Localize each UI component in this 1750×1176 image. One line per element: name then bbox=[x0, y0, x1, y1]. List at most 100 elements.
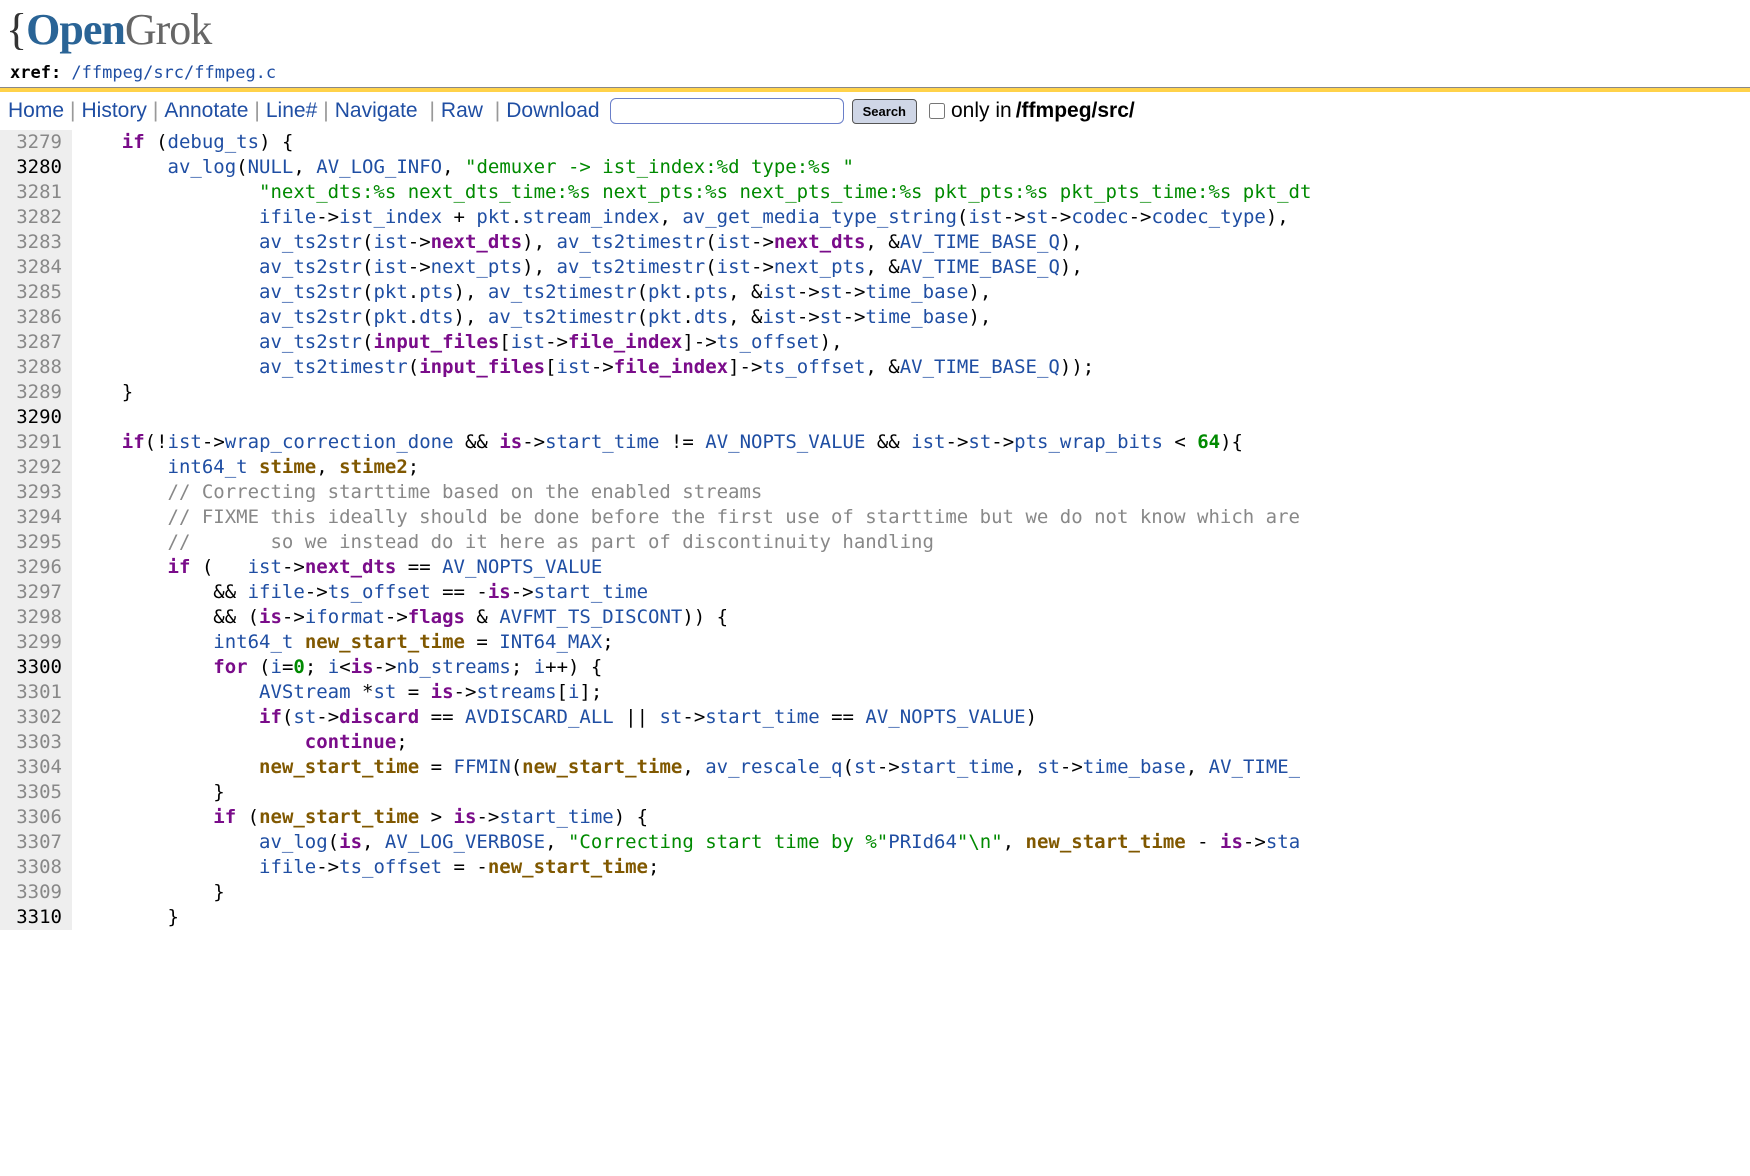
code-line: 3297 && ifile->ts_offset == -is->start_t… bbox=[0, 580, 1750, 605]
line-number[interactable]: 3286 bbox=[0, 305, 72, 330]
code-line: 3304 new_start_time = FFMIN(new_start_ti… bbox=[0, 755, 1750, 780]
search-input[interactable] bbox=[610, 98, 844, 124]
only-in-label[interactable]: only in /ffmpeg/src/ bbox=[925, 99, 1135, 123]
code-text: && (is->iformat->flags & AVFMT_TS_DISCON… bbox=[72, 605, 728, 630]
code-text: int64_t new_start_time = INT64_MAX; bbox=[72, 630, 614, 655]
line-number[interactable]: 3306 bbox=[0, 805, 72, 830]
code-text: if(!ist->wrap_correction_done && is->sta… bbox=[72, 430, 1243, 455]
line-number[interactable]: 3309 bbox=[0, 880, 72, 905]
code-line: 3291 if(!ist->wrap_correction_done && is… bbox=[0, 430, 1750, 455]
code-text: if (debug_ts) { bbox=[72, 130, 293, 155]
code-text: av_ts2str(ist->next_pts), av_ts2timestr(… bbox=[72, 255, 1083, 280]
search-button[interactable]: Search bbox=[852, 99, 917, 124]
code-text: new_start_time = FFMIN(new_start_time, a… bbox=[72, 755, 1300, 780]
separator: | bbox=[483, 99, 506, 123]
only-in-text: only in bbox=[951, 99, 1012, 123]
code-text: } bbox=[72, 780, 225, 805]
line-number[interactable]: 3303 bbox=[0, 730, 72, 755]
only-in-checkbox[interactable] bbox=[929, 103, 945, 119]
line-number[interactable]: 3304 bbox=[0, 755, 72, 780]
separator: | bbox=[248, 99, 265, 123]
line-number[interactable]: 3279 bbox=[0, 130, 72, 155]
code-text: && ifile->ts_offset == -is->start_time bbox=[72, 580, 648, 605]
code-line: 3293 // Correcting starttime based on th… bbox=[0, 480, 1750, 505]
line-number[interactable]: 3308 bbox=[0, 855, 72, 880]
only-in-path: /ffmpeg/src/ bbox=[1016, 99, 1135, 123]
line-number[interactable]: 3282 bbox=[0, 205, 72, 230]
line-number[interactable]: 3280 bbox=[0, 155, 72, 180]
line-number[interactable]: 3292 bbox=[0, 455, 72, 480]
nav-line[interactable]: Line# bbox=[266, 99, 317, 123]
code-text: int64_t stime, stime2; bbox=[72, 455, 419, 480]
line-number[interactable]: 3290 bbox=[0, 405, 72, 430]
code-text: av_ts2timestr(input_files[ist->file_inde… bbox=[72, 355, 1094, 380]
code-text: // so we instead do it here as part of d… bbox=[72, 530, 934, 555]
code-text: ifile->ts_offset = -new_start_time; bbox=[72, 855, 659, 880]
code-line: 3279 if (debug_ts) { bbox=[0, 130, 1750, 155]
source-code: 3279 if (debug_ts) {3280 av_log(NULL, AV… bbox=[0, 130, 1750, 930]
line-number[interactable]: 3294 bbox=[0, 505, 72, 530]
line-number[interactable]: 3297 bbox=[0, 580, 72, 605]
line-number[interactable]: 3300 bbox=[0, 655, 72, 680]
code-line: 3283 av_ts2str(ist->next_dts), av_ts2tim… bbox=[0, 230, 1750, 255]
line-number[interactable]: 3295 bbox=[0, 530, 72, 555]
code-line: 3303 continue; bbox=[0, 730, 1750, 755]
nav-raw[interactable]: Raw bbox=[441, 99, 483, 123]
line-number[interactable]: 3305 bbox=[0, 780, 72, 805]
code-text: av_ts2str(input_files[ist->file_index]->… bbox=[72, 330, 843, 355]
code-line: 3280 av_log(NULL, AV_LOG_INFO, "demuxer … bbox=[0, 155, 1750, 180]
code-line: 3307 av_log(is, AV_LOG_VERBOSE, "Correct… bbox=[0, 830, 1750, 855]
separator: | bbox=[147, 99, 164, 123]
code-line: 3298 && (is->iformat->flags & AVFMT_TS_D… bbox=[0, 605, 1750, 630]
line-number[interactable]: 3281 bbox=[0, 180, 72, 205]
code-line: 3308 ifile->ts_offset = -new_start_time; bbox=[0, 855, 1750, 880]
code-text: "next_dts:%s next_dts_time:%s next_pts:%… bbox=[72, 180, 1311, 205]
code-text: av_log(is, AV_LOG_VERBOSE, "Correcting s… bbox=[72, 830, 1300, 855]
line-number[interactable]: 3289 bbox=[0, 380, 72, 405]
line-number[interactable]: 3296 bbox=[0, 555, 72, 580]
logo[interactable]: {OpenGrok bbox=[6, 4, 1744, 55]
line-number[interactable]: 3301 bbox=[0, 680, 72, 705]
line-number[interactable]: 3291 bbox=[0, 430, 72, 455]
code-line: 3310 } bbox=[0, 905, 1750, 930]
path-seg-src[interactable]: /src bbox=[143, 63, 184, 83]
code-line: 3299 int64_t new_start_time = INT64_MAX; bbox=[0, 630, 1750, 655]
line-number[interactable]: 3284 bbox=[0, 255, 72, 280]
page-header: {OpenGrok xref: /ffmpeg/src/ffmpeg.c bbox=[0, 0, 1750, 87]
line-number[interactable]: 3298 bbox=[0, 605, 72, 630]
code-line: 3289 } bbox=[0, 380, 1750, 405]
code-line: 3292 int64_t stime, stime2; bbox=[0, 455, 1750, 480]
code-line: 3306 if (new_start_time > is->start_time… bbox=[0, 805, 1750, 830]
code-line: 3285 av_ts2str(pkt.pts), av_ts2timestr(p… bbox=[0, 280, 1750, 305]
code-text: av_ts2str(ist->next_dts), av_ts2timestr(… bbox=[72, 230, 1083, 255]
line-number[interactable]: 3288 bbox=[0, 355, 72, 380]
code-text: continue; bbox=[72, 730, 408, 755]
code-line: 3288 av_ts2timestr(input_files[ist->file… bbox=[0, 355, 1750, 380]
code-line: 3309 } bbox=[0, 880, 1750, 905]
code-line: 3305 } bbox=[0, 780, 1750, 805]
code-line: 3281 "next_dts:%s next_dts_time:%s next_… bbox=[0, 180, 1750, 205]
path-seg-file[interactable]: /ffmpeg.c bbox=[184, 63, 276, 83]
nav-download[interactable]: Download bbox=[506, 99, 599, 123]
nav-home[interactable]: Home bbox=[8, 99, 64, 123]
line-number[interactable]: 3287 bbox=[0, 330, 72, 355]
code-text: if(st->discard == AVDISCARD_ALL || st->s… bbox=[72, 705, 1037, 730]
nav-history[interactable]: History bbox=[82, 99, 147, 123]
line-number[interactable]: 3310 bbox=[0, 905, 72, 930]
line-number[interactable]: 3293 bbox=[0, 480, 72, 505]
code-line: 3282 ifile->ist_index + pkt.stream_index… bbox=[0, 205, 1750, 230]
code-text: AVStream *st = is->streams[i]; bbox=[72, 680, 602, 705]
line-number[interactable]: 3285 bbox=[0, 280, 72, 305]
line-number[interactable]: 3283 bbox=[0, 230, 72, 255]
line-number[interactable]: 3307 bbox=[0, 830, 72, 855]
nav-annotate[interactable]: Annotate bbox=[164, 99, 248, 123]
code-text: // Correcting starttime based on the ena… bbox=[72, 480, 762, 505]
code-line: 3290 bbox=[0, 405, 1750, 430]
code-line: 3284 av_ts2str(ist->next_pts), av_ts2tim… bbox=[0, 255, 1750, 280]
path-seg-ffmpeg[interactable]: /ffmpeg bbox=[71, 63, 143, 83]
line-number[interactable]: 3299 bbox=[0, 630, 72, 655]
logo-grok: Grok bbox=[125, 5, 211, 54]
line-number[interactable]: 3302 bbox=[0, 705, 72, 730]
nav-navigate[interactable]: Navigate bbox=[335, 99, 418, 123]
separator: | bbox=[64, 99, 81, 123]
